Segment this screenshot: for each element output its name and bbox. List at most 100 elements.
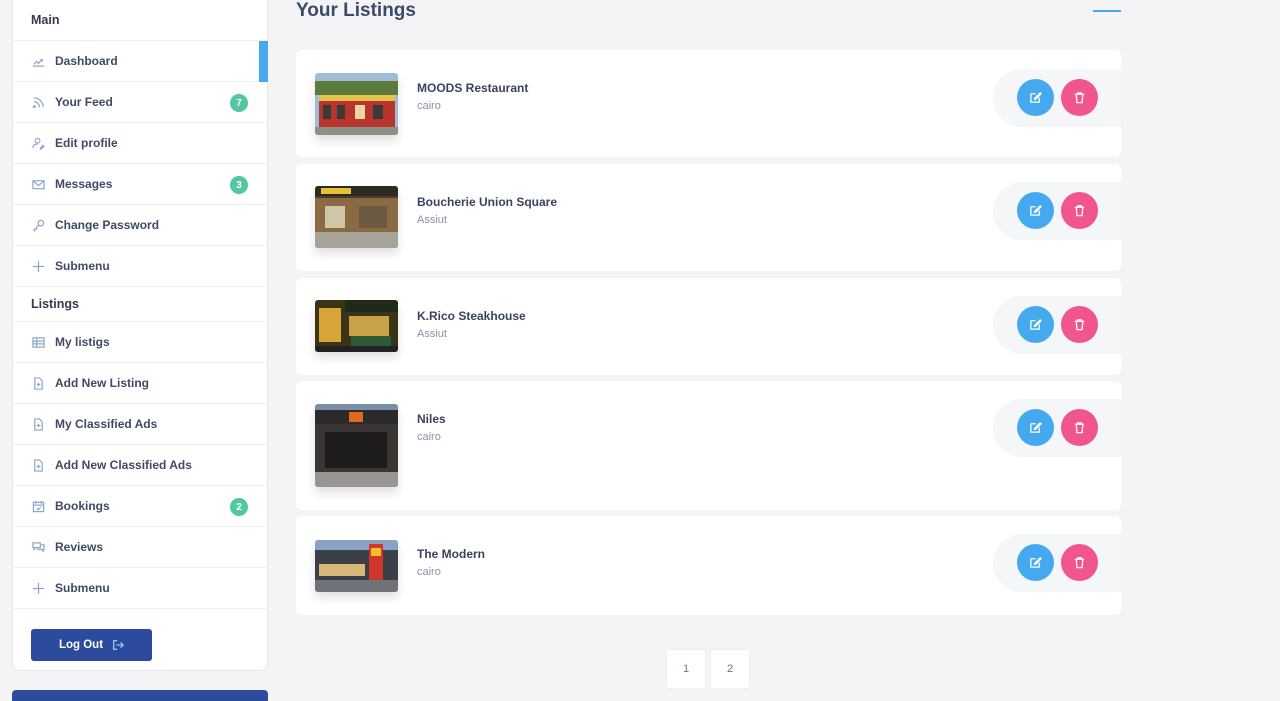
dashboard-sidebar: Main Dashboard Your Feed 7 Edit profile …	[12, 0, 268, 671]
sidebar-item-my-listings[interactable]: My listigs	[13, 322, 267, 363]
title-accent-line	[1093, 10, 1121, 12]
main-section-title: Main	[13, 0, 267, 41]
listing-card: MOODS Restaurant cairo	[296, 50, 1121, 157]
listing-actions	[993, 534, 1121, 592]
sidebar-item-label: Dashboard	[55, 54, 118, 68]
chart-icon	[31, 54, 45, 68]
pagination: 1 2	[666, 649, 750, 689]
edit-button[interactable]	[1017, 306, 1054, 343]
listing-card: The Modern cairo	[296, 516, 1121, 615]
listing-thumbnail[interactable]	[315, 404, 398, 487]
delete-button[interactable]	[1061, 409, 1098, 446]
edit-button[interactable]	[1017, 192, 1054, 229]
listing-card: Niles cairo	[296, 381, 1121, 510]
sign-out-icon	[113, 640, 125, 650]
rss-icon	[31, 95, 45, 109]
sidebar-item-add-new-listing[interactable]: Add New Listing	[13, 363, 267, 404]
key-icon	[31, 218, 45, 232]
listing-city: cairo	[417, 100, 441, 112]
sidebar-item-messages[interactable]: Messages 3	[13, 164, 267, 205]
listing-name[interactable]: Boucherie Union Square	[417, 195, 557, 209]
listing-card: K.Rico Steakhouse Assiut	[296, 278, 1121, 375]
grid-icon	[31, 335, 45, 349]
calendar-check-icon	[31, 499, 45, 513]
logout-button[interactable]: Log Out	[31, 629, 152, 661]
listing-city: Assiut	[417, 214, 447, 226]
bookings-count-badge: 2	[230, 498, 248, 516]
listing-actions	[993, 399, 1121, 457]
delete-button[interactable]	[1061, 192, 1098, 229]
trash-icon	[1074, 92, 1085, 104]
listing-city: Assiut	[417, 328, 447, 340]
sidebar-item-label: Add New Listing	[55, 376, 149, 390]
listing-name[interactable]: K.Rico Steakhouse	[417, 309, 526, 323]
delete-button[interactable]	[1061, 79, 1098, 116]
listing-thumbnail[interactable]	[315, 540, 398, 592]
messages-count-badge: 3	[230, 176, 248, 194]
sidebar-item-my-classified-ads[interactable]: My Classified Ads	[13, 404, 267, 445]
sidebar-item-edit-profile[interactable]: Edit profile	[13, 123, 267, 164]
file-plus-icon	[31, 417, 45, 431]
listing-thumbnail[interactable]	[315, 300, 398, 352]
edit-button[interactable]	[1017, 79, 1054, 116]
chat-icon	[31, 540, 45, 554]
sidebar-item-change-password[interactable]: Change Password	[13, 205, 267, 246]
logout-wrapper: Log Out	[13, 609, 267, 681]
sidebar-item-reviews[interactable]: Reviews	[13, 527, 267, 568]
sidebar-item-bookings[interactable]: Bookings 2	[13, 486, 267, 527]
file-plus-icon	[31, 376, 45, 390]
delete-button[interactable]	[1061, 544, 1098, 581]
trash-icon	[1074, 557, 1085, 569]
feed-count-badge: 7	[230, 94, 248, 112]
listings-section-title: Listings	[13, 287, 267, 322]
listing-thumbnail[interactable]	[315, 186, 398, 248]
listing-thumbnail[interactable]	[315, 73, 398, 135]
logout-label: Log Out	[58, 639, 104, 651]
envelope-icon	[31, 177, 45, 191]
page-1-button[interactable]: 1	[666, 649, 706, 689]
plus-icon	[31, 581, 45, 595]
sidebar-item-submenu[interactable]: Submenu	[13, 246, 267, 287]
sidebar-item-label: Submenu	[55, 581, 110, 595]
active-indicator	[259, 41, 268, 82]
sidebar-item-dashboard[interactable]: Dashboard	[13, 41, 268, 82]
sidebar-item-label: Submenu	[55, 259, 110, 273]
page-title: Your Listings	[296, 0, 416, 21]
sidebar-item-label: Reviews	[55, 540, 104, 554]
sidebar-item-label: Your Feed	[55, 95, 113, 109]
trash-icon	[1074, 319, 1085, 331]
listing-city: cairo	[417, 566, 441, 578]
edit-icon	[1030, 204, 1042, 216]
listing-card: Boucherie Union Square Assiut	[296, 164, 1121, 271]
listing-actions	[993, 69, 1121, 127]
plus-icon	[31, 259, 45, 273]
sidebar-bottom-panel	[12, 690, 268, 701]
listing-actions	[993, 296, 1121, 354]
sidebar-item-label: Edit profile	[55, 136, 118, 150]
edit-icon	[1030, 421, 1042, 433]
edit-icon	[1030, 318, 1042, 330]
sidebar-item-label: My listigs	[55, 335, 110, 349]
page-2-button[interactable]: 2	[710, 649, 750, 689]
sidebar-item-label: My Classified Ads	[55, 417, 158, 431]
sidebar-item-label: Add New Classified Ads	[55, 458, 192, 472]
edit-button[interactable]	[1017, 544, 1054, 581]
sidebar-item-add-new-classified-ads[interactable]: Add New Classified Ads	[13, 445, 267, 486]
sidebar-item-label: Change Password	[55, 218, 160, 232]
sidebar-item-label: Bookings	[55, 499, 110, 513]
sidebar-item-your-feed[interactable]: Your Feed 7	[13, 82, 267, 123]
file-plus-icon	[31, 458, 45, 472]
listing-city: cairo	[417, 431, 441, 443]
user-edit-icon	[31, 136, 45, 150]
listing-name[interactable]: Niles	[417, 412, 446, 426]
trash-icon	[1074, 205, 1085, 217]
listing-name[interactable]: The Modern	[417, 547, 485, 561]
listing-name[interactable]: MOODS Restaurant	[417, 81, 528, 95]
edit-button[interactable]	[1017, 409, 1054, 446]
trash-icon	[1074, 422, 1085, 434]
sidebar-item-submenu-2[interactable]: Submenu	[13, 568, 267, 609]
edit-icon	[1030, 556, 1042, 568]
delete-button[interactable]	[1061, 306, 1098, 343]
edit-icon	[1030, 91, 1042, 103]
listing-actions	[993, 182, 1121, 240]
